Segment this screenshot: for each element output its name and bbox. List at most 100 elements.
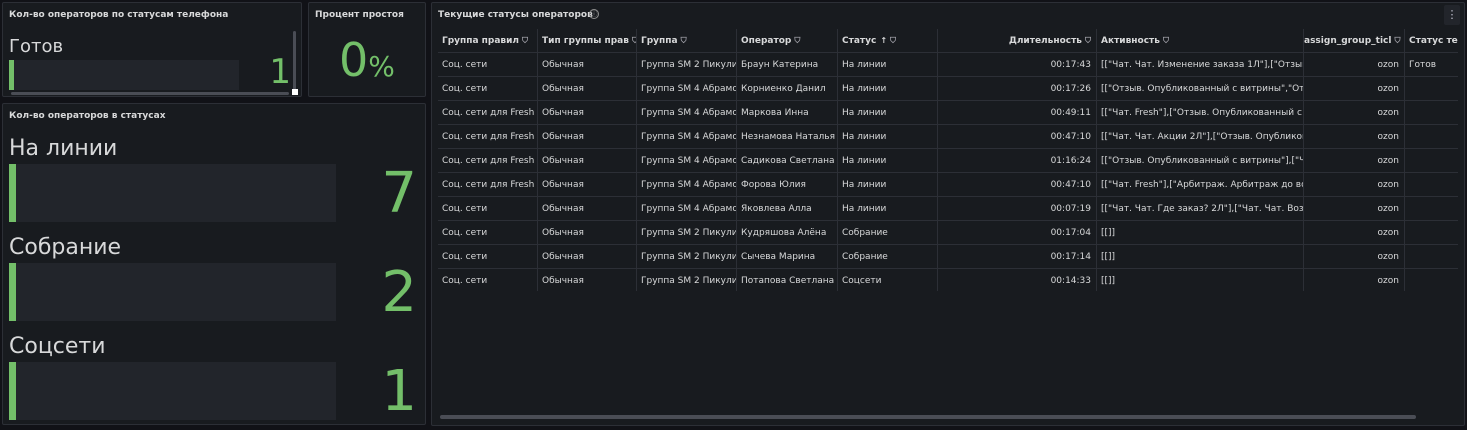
table-row[interactable]: Соц. сети Обычная Группа SM 2 Пикули Браун … <box>438 53 1458 77</box>
bar-gauge-fill <box>9 362 16 420</box>
resize-handle[interactable] <box>292 89 298 95</box>
table-header-row: Группа правил⛉Тип группы прав⛉Группа⛉Опе… <box>438 29 1458 53</box>
status-value: 1 <box>269 52 291 92</box>
table-cell: Обычная <box>538 125 637 149</box>
table-cell: ozon <box>1304 269 1405 291</box>
table-cell <box>1405 125 1458 149</box>
table-cell: ozon <box>1304 101 1405 125</box>
bar-gauge-fill <box>9 164 16 222</box>
horizontal-scrollbar[interactable] <box>11 92 289 95</box>
filter-icon[interactable]: ⛉ <box>794 29 800 53</box>
filter-icon[interactable]: ⛉ <box>681 29 687 53</box>
table-cell: [["Чат. Чат. Где заказ? 2Л"],["Чат. Чат.… <box>1097 197 1304 221</box>
table-row[interactable]: Соц. сети для Fresh Обычная Группа SM 4 Аб… <box>438 149 1458 173</box>
table-row[interactable]: Соц. сети Обычная Группа SM 4 Абрамо Корние… <box>438 77 1458 101</box>
column-header[interactable]: Тип группы прав⛉ <box>538 29 637 53</box>
column-header[interactable]: Оператор ⛉ <box>737 29 838 53</box>
stat-row-meeting: Собрание 2 <box>9 235 419 331</box>
table-cell: ozon <box>1304 197 1405 221</box>
status-count-panel: Кол-во операторов в статусах На линии 7 … <box>2 103 426 425</box>
stat-value: 7 <box>381 161 417 226</box>
table-cell <box>1405 221 1458 245</box>
table-cell: [["Чат. Fresh"],["Отзыв. Опубликованный … <box>1097 101 1304 125</box>
table-cell: [["Отзыв. Опубликованный с витрины","Отз <box>1097 77 1304 101</box>
table-cell: 01:16:24 <box>938 149 1097 173</box>
column-header[interactable]: Длительность ⛉ <box>938 29 1097 53</box>
column-header[interactable]: Группа правил ⛉ <box>438 29 538 53</box>
bar-gauge-fill <box>9 263 16 321</box>
table-cell: Соц. сети <box>438 269 538 291</box>
table-cell: Маркова Инна <box>737 101 838 125</box>
table-cell: Обычная <box>538 269 637 291</box>
table-row[interactable]: Соц. сети Обычная Группа SM 2 Пикули Потапо… <box>438 269 1458 291</box>
vertical-scrollbar[interactable] <box>293 31 296 91</box>
table-cell: [["Чат. Чат. Акции 2Л"],["Отзыв. Опублик… <box>1097 125 1304 149</box>
column-header[interactable]: Статус теле <box>1405 29 1458 53</box>
table-cell: [["Чат. Чат. Изменение заказа 1Л"],["Отз… <box>1097 53 1304 77</box>
idle-value: 0% <box>339 37 395 83</box>
filter-icon[interactable]: ⛉ <box>890 29 896 53</box>
table-cell: Группа SM 2 Пикули <box>637 269 737 291</box>
table-cell: ozon <box>1304 77 1405 101</box>
table-cell: На линии <box>838 77 938 101</box>
table-cell: На линии <box>838 173 938 197</box>
table-cell: 00:49:11 <box>938 101 1097 125</box>
idle-percent-panel: Процент простоя 0% <box>308 2 426 97</box>
stat-row-social: Соцсети 1 <box>9 334 419 424</box>
column-header[interactable]: Группа ⛉ <box>637 29 737 53</box>
table-cell: 00:47:10 <box>938 125 1097 149</box>
sort-ascending-icon[interactable]: ↑ <box>880 29 887 53</box>
horizontal-scrollbar[interactable] <box>440 415 1416 419</box>
column-header-label: Оператор <box>741 36 792 46</box>
table-cell: Группа SM 4 Абрамо <box>637 197 737 221</box>
table-cell <box>1405 173 1458 197</box>
table-cell: Незнамова Наталья <box>737 125 838 149</box>
filter-icon[interactable]: ⛉ <box>1163 29 1169 53</box>
table-row[interactable]: Соц. сети для Fresh Обычная Группа SM 4 Аб… <box>438 101 1458 125</box>
table-row[interactable]: Соц. сети для Fresh Обычная Группа SM 4 Аб… <box>438 173 1458 197</box>
data-table: Группа правил⛉Тип группы прав⛉Группа⛉Опе… <box>438 29 1458 291</box>
table-cell: 00:17:04 <box>938 221 1097 245</box>
column-header[interactable]: Активность ⛉ <box>1097 29 1304 53</box>
table-row[interactable]: Соц. сети Обычная Группа SM 2 Пикули Кудряш… <box>438 221 1458 245</box>
table-cell: Соцсети <box>838 269 938 291</box>
table-cell: Собрание <box>838 245 938 269</box>
filter-icon[interactable]: ⛉ <box>1394 29 1400 53</box>
table-cell: Соц. сети для Fresh <box>438 125 538 149</box>
table-row[interactable]: Соц. сети Обычная Группа SM 4 Абрамо Яковле… <box>438 197 1458 221</box>
bar-gauge-fill <box>9 60 14 90</box>
table-cell: Готов <box>1405 53 1458 77</box>
bar-gauge <box>9 263 336 321</box>
table-row[interactable]: Соц. сети для Fresh Обычная Группа SM 4 Аб… <box>438 125 1458 149</box>
table-cell: На линии <box>838 197 938 221</box>
panel-menu-icon[interactable]: ⋮ <box>1444 5 1460 25</box>
column-header-label: Тип группы прав <box>542 36 629 46</box>
table-cell: [["Чат. Fresh"],["Арбитраж. Арбитраж до … <box>1097 173 1304 197</box>
column-header-label: Группа правил <box>442 36 520 46</box>
panel-title: Текущие статусы операторов <box>438 10 593 20</box>
column-header-label: assign_group_ticl <box>1304 36 1392 46</box>
table-cell: 00:07:19 <box>938 197 1097 221</box>
panel-title: Кол-во операторов по статусам телефона <box>9 10 229 20</box>
table-cell: [["Отзыв. Опубликованный с витрины"],["Ч… <box>1097 149 1304 173</box>
column-header[interactable]: Статус ↑ ⛉ <box>838 29 938 53</box>
column-header[interactable]: assign_group_ticl ⛉ <box>1304 29 1405 53</box>
table-cell: Обычная <box>538 149 637 173</box>
bar-gauge <box>9 164 336 222</box>
operator-status-table-panel: Текущие статусы операторов ⓘ ⋮ Группа пр… <box>431 2 1465 426</box>
table-cell: ozon <box>1304 149 1405 173</box>
bar-gauge <box>9 362 336 420</box>
bar-gauge <box>9 60 239 90</box>
filter-icon[interactable]: ⛉ <box>1085 29 1091 53</box>
table-cell: Группа SM 2 Пикули <box>637 53 737 77</box>
status-label: Готов <box>9 36 64 57</box>
table-cell: Обычная <box>538 173 637 197</box>
stat-row-on-line: На линии 7 <box>9 136 419 232</box>
filter-icon[interactable]: ⛉ <box>522 29 528 53</box>
table-cell: 00:17:14 <box>938 245 1097 269</box>
table-row[interactable]: Соц. сети Обычная Группа SM 2 Пикули Сычева… <box>438 245 1458 269</box>
table-cell: 00:47:10 <box>938 173 1097 197</box>
table-cell: Обычная <box>538 221 637 245</box>
panel-title: Процент простоя <box>315 10 404 20</box>
info-icon[interactable]: ⓘ <box>589 9 599 19</box>
